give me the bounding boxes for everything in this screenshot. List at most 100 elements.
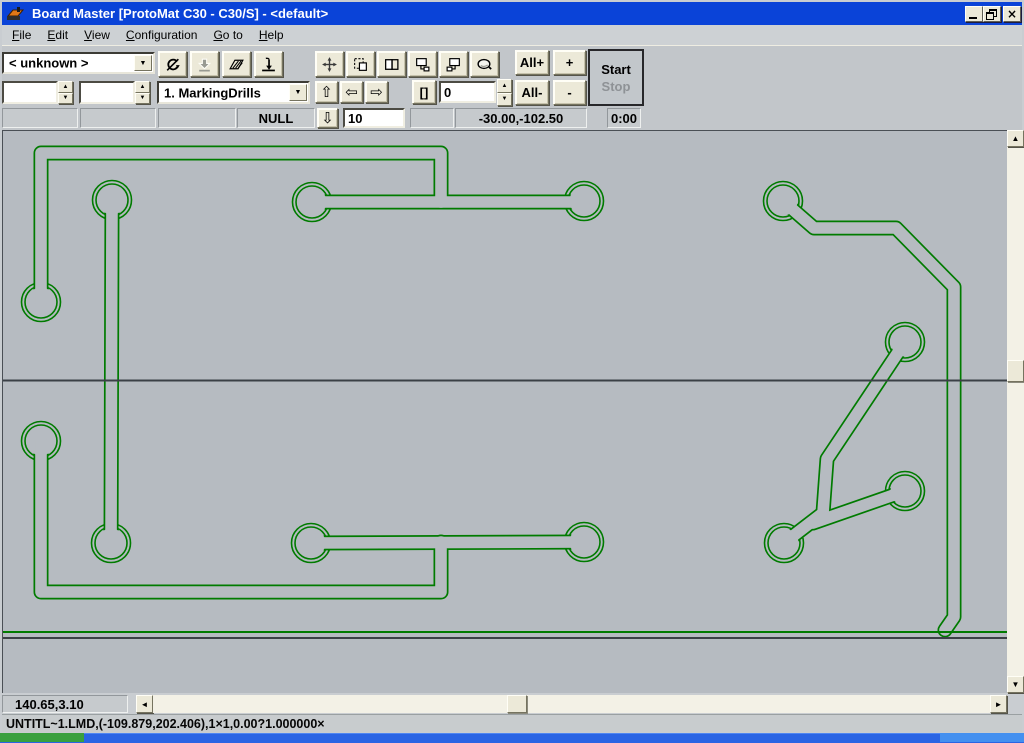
windows-taskbar (0, 733, 1024, 742)
jog-right-button[interactable]: ⇨ (365, 81, 388, 103)
up-arrow-icon: ⇧ (320, 83, 333, 101)
jog-down-button[interactable]: ⇩ (317, 108, 338, 128)
close-icon: × (1007, 8, 1017, 20)
close-button[interactable]: × (1003, 6, 1021, 22)
zoom-button[interactable] (470, 51, 499, 77)
spin-up-icon[interactable]: ▲ (497, 79, 512, 93)
rotate-slash-icon (164, 56, 181, 73)
menu-bar: FileEditViewConfigurationGo toHelp (2, 25, 1022, 45)
scroll-up-button[interactable]: ▲ (1007, 130, 1024, 147)
plate-back-icon (445, 56, 462, 73)
vscroll-thumb[interactable] (1007, 360, 1024, 382)
copy-selection-button[interactable] (346, 51, 375, 77)
prev-plate-button[interactable] (439, 51, 468, 77)
status-bar: UNTITL~1.LMD,(-109.879,202.406),1×1,0.00… (2, 714, 1022, 732)
rotate-refresh-button[interactable] (158, 51, 187, 77)
pcb-drawing (3, 131, 1007, 693)
x-spinner: ▲ ▼ (58, 81, 73, 104)
spin-down-icon[interactable]: ▼ (135, 93, 150, 105)
hatch-area-icon (228, 56, 245, 73)
menu-item-view[interactable]: View (76, 26, 118, 44)
title-bar[interactable]: Board Master [ProtoMat C30 - C30/S] - <d… (2, 2, 1022, 25)
vertical-scrollbar[interactable]: ▲ ▼ (1007, 130, 1024, 693)
scroll-down-icon: ▼ (1012, 680, 1020, 689)
dashed-copy-icon (352, 56, 369, 73)
down-arrow-icon: ⇩ (321, 109, 334, 127)
hatch-milling-button[interactable] (222, 51, 251, 77)
hscroll-thumb[interactable] (507, 695, 527, 713)
scroll-right-icon: ► (995, 700, 1003, 709)
restore-button[interactable] (983, 6, 1001, 22)
arrow-down-bar-icon (196, 56, 213, 73)
left-arrow-icon: ⇦ (345, 83, 358, 101)
plate-forward-icon (414, 56, 431, 73)
spin-down-icon[interactable]: ▼ (58, 93, 73, 105)
pan-move-button[interactable] (315, 51, 344, 77)
readout-blank-2 (80, 108, 156, 128)
count-spinner: ▲ ▼ (497, 79, 512, 106)
minus-button[interactable]: - (553, 80, 586, 105)
start-button-sliver[interactable] (0, 733, 84, 742)
y-coordinate-input[interactable] (79, 81, 135, 104)
pcb-workspace[interactable] (2, 130, 1007, 693)
chevron-down-icon[interactable]: ▼ (134, 55, 152, 71)
start-stop-button[interactable]: Start Stop (588, 49, 644, 106)
scroll-down-button[interactable]: ▼ (1007, 676, 1024, 693)
x-coordinate-input[interactable] (2, 81, 58, 104)
menu-item-edit[interactable]: Edit (39, 26, 76, 44)
tool-down-icon (260, 56, 277, 73)
readout-blank-4 (410, 108, 454, 128)
pan-arrows-icon (321, 56, 338, 73)
chevron-down-icon[interactable]: ▼ (289, 84, 307, 101)
minimize-button[interactable] (965, 6, 983, 22)
magnifier-icon (476, 56, 493, 73)
speed-input[interactable] (343, 108, 405, 128)
time-readout: 0:00 (607, 108, 641, 128)
horizontal-scrollbar-row: 140.65,3.10 ◄ ► (2, 695, 1007, 713)
readout-blank-3 (158, 108, 236, 128)
count-input[interactable] (439, 81, 496, 103)
y-spinner: ▲ ▼ (135, 81, 150, 104)
jog-up-button[interactable]: ⇧ (315, 81, 338, 103)
duplicate-side-button[interactable] (377, 51, 406, 77)
spin-up-icon[interactable]: ▲ (58, 81, 73, 93)
status-text: UNTITL~1.LMD,(-109.879,202.406),1×1,0.00… (6, 717, 325, 731)
hscroll-track[interactable] (153, 695, 990, 713)
phase-readout: NULL (237, 108, 315, 128)
scroll-left-button[interactable]: ◄ (136, 695, 153, 713)
screen: { "window": { "title": "Board Master [Pr… (0, 0, 1024, 742)
start-label[interactable]: Start (601, 61, 631, 78)
two-rects-icon (383, 56, 400, 73)
jog-left-button[interactable]: ⇦ (340, 81, 363, 103)
app-icon (6, 6, 26, 22)
menu-item-configuration[interactable]: Configuration (118, 26, 206, 44)
right-arrow-icon: ⇨ (370, 83, 383, 101)
scroll-left-icon: ◄ (141, 700, 149, 709)
all-minus-button[interactable]: All- (515, 80, 549, 105)
next-plate-button[interactable] (408, 51, 437, 77)
cursor-position-readout: 140.65,3.10 (2, 695, 128, 713)
position-readout: -30.00,-102.50 (455, 108, 587, 128)
brackets-select-button[interactable]: [] (412, 80, 436, 104)
production-phase-combo[interactable]: 1. MarkingDrills ▼ (157, 81, 310, 104)
production-phase-value: 1. MarkingDrills (164, 85, 261, 100)
menu-item-help[interactable]: Help (251, 26, 292, 44)
menu-item-file[interactable]: File (4, 26, 39, 44)
tool-down-button[interactable] (254, 51, 283, 77)
spin-down-icon[interactable]: ▼ (497, 93, 512, 107)
spin-up-icon[interactable]: ▲ (135, 81, 150, 93)
vscroll-track[interactable] (1007, 147, 1024, 676)
head-selector-value: < unknown > (9, 56, 88, 71)
all-plus-button[interactable]: All+ (515, 50, 549, 75)
toolbar: < unknown > ▼ (2, 45, 1022, 130)
stop-label: Stop (602, 78, 631, 95)
plus-button[interactable]: + (553, 50, 586, 75)
place-down-button[interactable] (190, 51, 219, 77)
scroll-up-icon: ▲ (1012, 134, 1020, 143)
head-selector-combo[interactable]: < unknown > ▼ (2, 52, 155, 74)
brackets-icon: [] (420, 85, 429, 100)
scroll-right-button[interactable]: ► (990, 695, 1007, 713)
readout-blank-1 (2, 108, 78, 128)
menu-item-go-to[interactable]: Go to (205, 26, 250, 44)
minimize-icon (969, 17, 977, 19)
